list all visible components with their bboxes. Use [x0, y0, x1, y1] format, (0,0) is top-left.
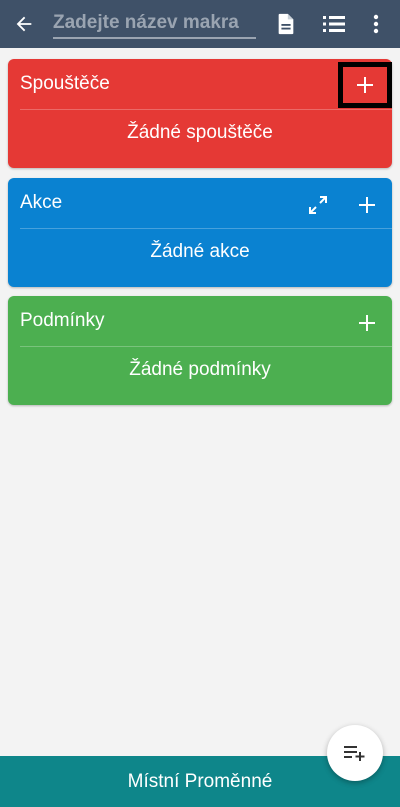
add-trigger-button[interactable] [338, 62, 392, 108]
actions-header: Akce [8, 178, 392, 228]
arrow-left-icon [16, 16, 32, 32]
toolbar [0, 0, 400, 48]
list-button[interactable] [316, 6, 352, 42]
add-action-button[interactable] [344, 183, 390, 227]
add-condition-button[interactable] [344, 301, 390, 345]
back-button[interactable] [6, 6, 42, 42]
triggers-header: Spouštěče [8, 59, 392, 109]
conditions-card: Podmínky Žádné podmínky [8, 296, 392, 405]
expand-actions-button[interactable] [295, 183, 341, 227]
plus-icon [357, 77, 373, 93]
playlist-add-icon [344, 746, 365, 761]
playlist-add-button[interactable] [327, 725, 383, 781]
macro-name-input[interactable] [53, 9, 256, 39]
list-icon [323, 16, 345, 32]
local-variables-label: Místní Proměnné [127, 770, 273, 792]
triggers-empty-text: Žádné spouštěče [127, 122, 273, 143]
expand-icon [309, 196, 327, 214]
actions-title: Akce [20, 192, 63, 213]
triggers-divider [20, 109, 392, 110]
plus-icon [359, 197, 375, 213]
triggers-card: Spouštěče Žádné spouštěče [8, 59, 392, 168]
triggers-title: Spouštěče [20, 73, 110, 94]
conditions-header: Podmínky [8, 296, 392, 346]
actions-card: Akce Žádné akce [8, 178, 392, 287]
conditions-title: Podmínky [20, 310, 105, 331]
actions-empty-text: Žádné akce [150, 241, 250, 262]
more-options-button[interactable] [358, 6, 394, 42]
more-vert-icon [373, 14, 379, 34]
conditions-empty-text: Žádné podmínky [129, 359, 271, 380]
document-icon [278, 13, 294, 35]
actions-divider [20, 228, 392, 229]
description-button[interactable] [268, 6, 304, 42]
plus-icon [359, 315, 375, 331]
conditions-divider [20, 346, 392, 347]
